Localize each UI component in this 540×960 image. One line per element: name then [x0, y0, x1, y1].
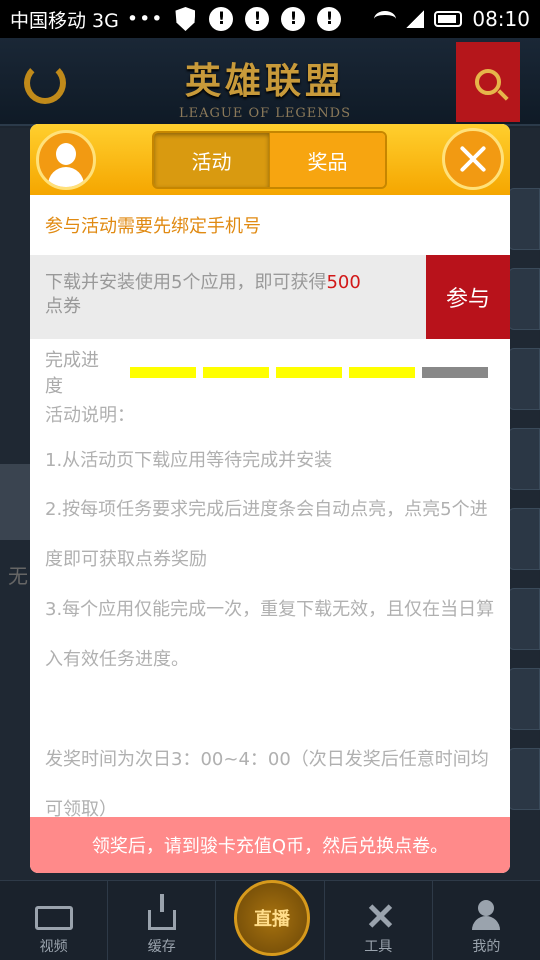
description-title: 活动说明：: [45, 405, 135, 426]
search-icon: [475, 69, 501, 95]
modal-tabs: 活动 奖品: [152, 131, 387, 189]
avatar-body-icon: [48, 167, 84, 187]
nav-item-cache[interactable]: 缓存: [108, 881, 217, 960]
bind-phone-notice[interactable]: 参与活动需要先绑定手机号: [30, 195, 510, 255]
description-item: 3.每个应用仅能完成一次，重复下载无效，且仅在当日算入有效任务进度。: [45, 599, 495, 670]
shield-icon: [175, 7, 196, 31]
logo-cn: 英雄联盟: [184, 60, 345, 102]
status-bar: 中国移动 3G ••• ! ! ! ! 08:10: [0, 0, 540, 38]
avatar[interactable]: [36, 130, 96, 190]
logo-en: LEAGUE OF LEGENDS: [179, 106, 351, 121]
task-description: 下载并安装使用5个应用，即可获得500 点券: [30, 255, 426, 339]
progress-bar: [130, 366, 495, 378]
carrier-label: 中国移动 3G: [10, 9, 119, 32]
nav-label: 缓存: [147, 939, 176, 955]
tv-icon: [34, 906, 73, 930]
battery-icon: [434, 11, 463, 27]
bg-list-edge: [508, 188, 540, 888]
tools-icon: [359, 900, 397, 930]
description-item: 1.从活动页下载应用等待完成并安装: [45, 450, 333, 471]
progress-segment: [130, 366, 196, 378]
bg-list-item: [508, 588, 540, 650]
bg-partial-text: 无: [8, 564, 28, 588]
avatar-head-icon: [56, 143, 76, 165]
alert-icon: !: [281, 7, 306, 31]
bg-list-item: [508, 348, 540, 410]
task-row: 下载并安装使用5个应用，即可获得500 点券 参与: [30, 255, 510, 339]
download-icon: [147, 910, 176, 930]
task-text-before: 下载并安装使用5个应用，即可获得: [45, 272, 327, 293]
nav-label: 工具: [364, 939, 393, 955]
nav-item-tools[interactable]: 工具: [325, 881, 433, 960]
nav-item-video[interactable]: 视频: [0, 881, 109, 960]
activity-description: 活动说明： 1.从活动页下载应用等待完成并安装 2.按每项任务要求完成后进度条会…: [30, 401, 510, 835]
task-reward-amount: 500: [326, 272, 361, 293]
footer-note: 领奖后，请到骏卡充值Q币，然后兑换点卷。: [30, 817, 510, 873]
search-button[interactable]: [456, 42, 520, 122]
tab-activity[interactable]: 活动: [154, 133, 269, 187]
join-button[interactable]: 参与: [426, 255, 510, 339]
description-item: 2.按每项任务要求完成后进度条会自动点亮，点亮5个进度即可获取点券奖励: [45, 499, 488, 570]
activity-modal: 活动 奖品 参与活动需要先绑定手机号 下载并安装使用5个应用，即可获得500 点…: [30, 124, 510, 873]
signal-dots: •••: [126, 8, 164, 30]
progress-segment: [422, 366, 488, 378]
nav-label: 我的: [472, 939, 501, 955]
alert-icon: !: [245, 7, 270, 31]
bg-list-item: [508, 188, 540, 250]
live-button[interactable]: 直播: [234, 880, 310, 956]
bg-list-item: [508, 428, 540, 490]
bg-list-item: [508, 268, 540, 330]
close-button[interactable]: [442, 128, 504, 190]
alert-icon: !: [209, 7, 234, 31]
status-right: 08:10: [374, 7, 530, 31]
app-header: 英雄联盟 LEAGUE OF LEGENDS: [0, 38, 540, 126]
bg-list-item: [508, 748, 540, 810]
wifi-icon: [374, 11, 397, 27]
user-icon: [467, 900, 505, 930]
clock: 08:10: [472, 7, 530, 31]
progress-row: 完成进度: [30, 350, 510, 397]
progress-segment: [203, 366, 269, 378]
cell-signal-icon: [406, 10, 425, 28]
nav-item-me[interactable]: 我的: [433, 881, 540, 960]
bg-left-band: [0, 464, 32, 540]
progress-segment: [276, 366, 342, 378]
bg-list-item: [508, 508, 540, 570]
logo: 英雄联盟 LEAGUE OF LEGENDS: [150, 52, 380, 121]
task-text-after: 点券: [45, 296, 81, 317]
alert-icon: !: [317, 7, 342, 31]
nav-label: 视频: [39, 939, 68, 955]
progress-segment: [349, 366, 415, 378]
modal-header: 活动 奖品: [30, 124, 510, 195]
tab-prizes[interactable]: 奖品: [269, 133, 385, 187]
bg-list-item: [508, 668, 540, 730]
refresh-icon[interactable]: [24, 62, 66, 104]
progress-label: 完成进度: [45, 350, 99, 397]
